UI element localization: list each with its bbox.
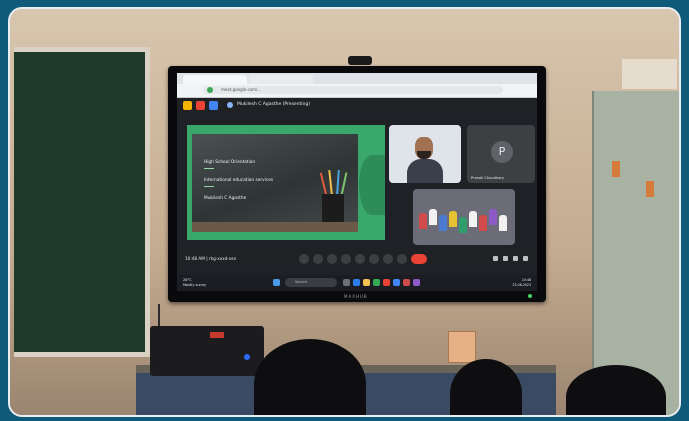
app-icon[interactable] [403, 279, 410, 286]
student [489, 209, 497, 225]
student [419, 213, 427, 229]
present-button[interactable] [355, 254, 365, 264]
participant-avatar: P [491, 141, 513, 163]
chalkboard [14, 47, 150, 357]
edge-icon[interactable] [353, 279, 360, 286]
slide-line: International education services [204, 178, 274, 183]
meet-control-bar: 10:48 AM | rkg-xxxd-osn [177, 251, 537, 267]
meeting-time: 10:48 AM [185, 256, 205, 261]
student [449, 211, 457, 227]
device-label [210, 332, 224, 338]
student [479, 215, 487, 231]
browser-tab[interactable] [249, 75, 313, 84]
pencil-cup [322, 194, 344, 224]
start-icon[interactable] [273, 279, 280, 286]
slide-shelf [192, 222, 358, 232]
browser-address-bar: meet.google.com/... [177, 84, 537, 98]
slide-divider [204, 168, 214, 169]
cabinet-sticker [646, 181, 654, 197]
url-text: meet.google.com/... [221, 86, 262, 92]
tv-screen: meet.google.com/... Mukilesh C Agasthe (… [177, 73, 537, 291]
info-icon[interactable] [493, 256, 498, 261]
clock-date: 23-08-2023 [512, 283, 531, 287]
computer-device [150, 326, 264, 376]
windows-taskbar: 28°C Mostly sunny Search 10:48 23-08-202… [177, 275, 537, 291]
presenter-video-tile[interactable] [389, 125, 461, 183]
tv-brand: MAXHUB [344, 294, 368, 299]
raise-hand-button[interactable] [341, 254, 351, 264]
student [499, 215, 507, 231]
system-clock[interactable]: 10:48 23-08-2023 [512, 278, 531, 288]
box-on-cabinet [622, 59, 677, 89]
presenting-icon [227, 102, 233, 108]
cabinet-sticker [612, 161, 620, 177]
camera-button[interactable] [313, 254, 323, 264]
activities-button[interactable] [397, 254, 407, 264]
app-icon[interactable] [393, 279, 400, 286]
student [439, 215, 447, 231]
pencil [328, 170, 333, 197]
app-icon[interactable] [209, 101, 218, 110]
photo-frame: meet.google.com/... Mukilesh C Agasthe (… [8, 7, 681, 417]
presenter-body [407, 159, 443, 183]
chat-icon[interactable] [513, 256, 518, 261]
meeting-time-code: 10:48 AM | rkg-xxxd-osn [185, 256, 237, 261]
folder-icon[interactable] [363, 279, 370, 286]
participant-name: Pranali Choudhary [471, 176, 505, 180]
presentation-slide: High School Orientation International ed… [187, 125, 385, 240]
app-icon[interactable] [183, 101, 192, 110]
task-view-icon[interactable] [343, 279, 350, 286]
meet-header: Mukilesh C Agasthe (Presenting) [177, 98, 537, 114]
student [459, 217, 467, 233]
captions-button[interactable] [327, 254, 337, 264]
weather-desc: Mostly sunny [183, 283, 207, 287]
webcam [348, 56, 372, 65]
browser-tab-strip [177, 73, 537, 84]
end-call-button[interactable] [411, 254, 427, 264]
meeting-title: Mukilesh C Agasthe (Presenting) [237, 102, 311, 107]
people-icon[interactable] [503, 256, 508, 261]
pencil [336, 169, 340, 197]
app-icon[interactable] [383, 279, 390, 286]
app-icon[interactable] [196, 101, 205, 110]
reactions-button[interactable] [369, 254, 379, 264]
slide-line: Mukilesh C Agasthe [204, 196, 247, 201]
student [429, 209, 437, 225]
meeting-code: rkg-xxxd-osn [208, 256, 237, 261]
taskbar-search[interactable]: Search [285, 278, 337, 287]
browser-tab[interactable] [183, 75, 247, 84]
slide-divider [204, 186, 214, 187]
device-led [244, 354, 250, 360]
slide-line: High School Orientation [204, 160, 256, 165]
classroom-video-tile[interactable] [413, 189, 515, 245]
slide-decoration [359, 155, 385, 215]
weather-widget[interactable]: 28°C Mostly sunny [183, 278, 206, 288]
participant-tile[interactable]: P Pranali Choudhary [467, 125, 535, 183]
chrome-icon[interactable] [373, 279, 380, 286]
search-placeholder: Search [295, 280, 308, 284]
student [469, 211, 477, 227]
site-icon [207, 87, 213, 93]
app-icon[interactable] [413, 279, 420, 286]
mic-button[interactable] [299, 254, 309, 264]
power-outlet [448, 331, 476, 363]
activities-icon[interactable] [523, 256, 528, 261]
tv-power-led [528, 294, 532, 298]
slide-content: High School Orientation International ed… [192, 134, 358, 232]
smart-tv: meet.google.com/... Mukilesh C Agasthe (… [168, 66, 546, 302]
more-options-button[interactable] [383, 254, 393, 264]
